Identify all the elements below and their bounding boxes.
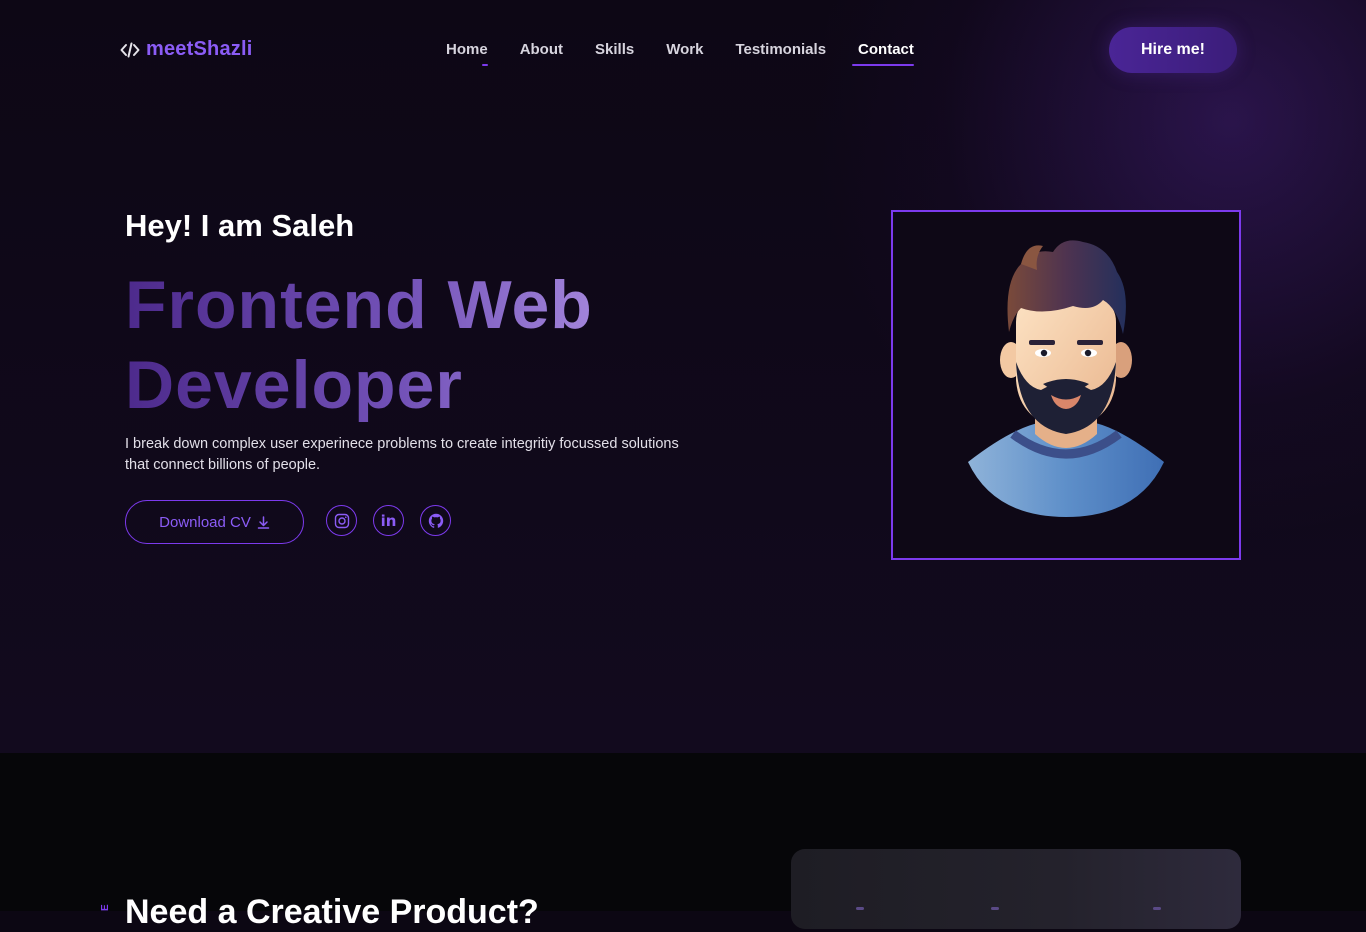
nav-item-skills[interactable]: Skills (595, 41, 634, 66)
section-side-label: E (100, 904, 111, 911)
logo-text: meetShazli (146, 38, 253, 60)
download-cv-label: Download CV (159, 513, 251, 531)
hire-me-button[interactable]: Hire me! (1109, 27, 1237, 73)
instagram-link[interactable] (326, 505, 357, 536)
hero-greeting: Hey! I am Saleh (125, 208, 355, 243)
logo[interactable]: meetShazli (120, 38, 252, 61)
nav-item-about[interactable]: About (520, 41, 563, 66)
nav-item-work[interactable]: Work (666, 41, 703, 66)
nav-item-home[interactable]: Home (446, 41, 488, 66)
hero-headline: Frontend Web Developer (125, 265, 745, 425)
avatar-illustration (968, 240, 1164, 517)
download-icon (257, 515, 270, 529)
github-icon (428, 513, 443, 528)
linkedin-icon: in (380, 511, 397, 530)
main-nav: Home About Skills Work Testimonials Cont… (446, 41, 914, 66)
avatar-frame (891, 210, 1241, 560)
section-title: Need a Creative Product? (125, 893, 539, 931)
card-decoration (1153, 907, 1161, 910)
hero-description: I break down complex user experinece pro… (125, 436, 679, 473)
card-decoration (856, 907, 864, 910)
github-link[interactable] (420, 505, 451, 536)
card-decoration (991, 907, 999, 910)
instagram-icon (334, 513, 349, 528)
nav-item-contact[interactable]: Contact (852, 41, 914, 66)
linkedin-link[interactable]: in (373, 505, 404, 536)
contact-card (791, 849, 1241, 929)
code-icon (120, 42, 140, 57)
download-cv-button[interactable]: Download CV (125, 500, 304, 544)
nav-item-testimonials[interactable]: Testimonials (735, 41, 826, 66)
